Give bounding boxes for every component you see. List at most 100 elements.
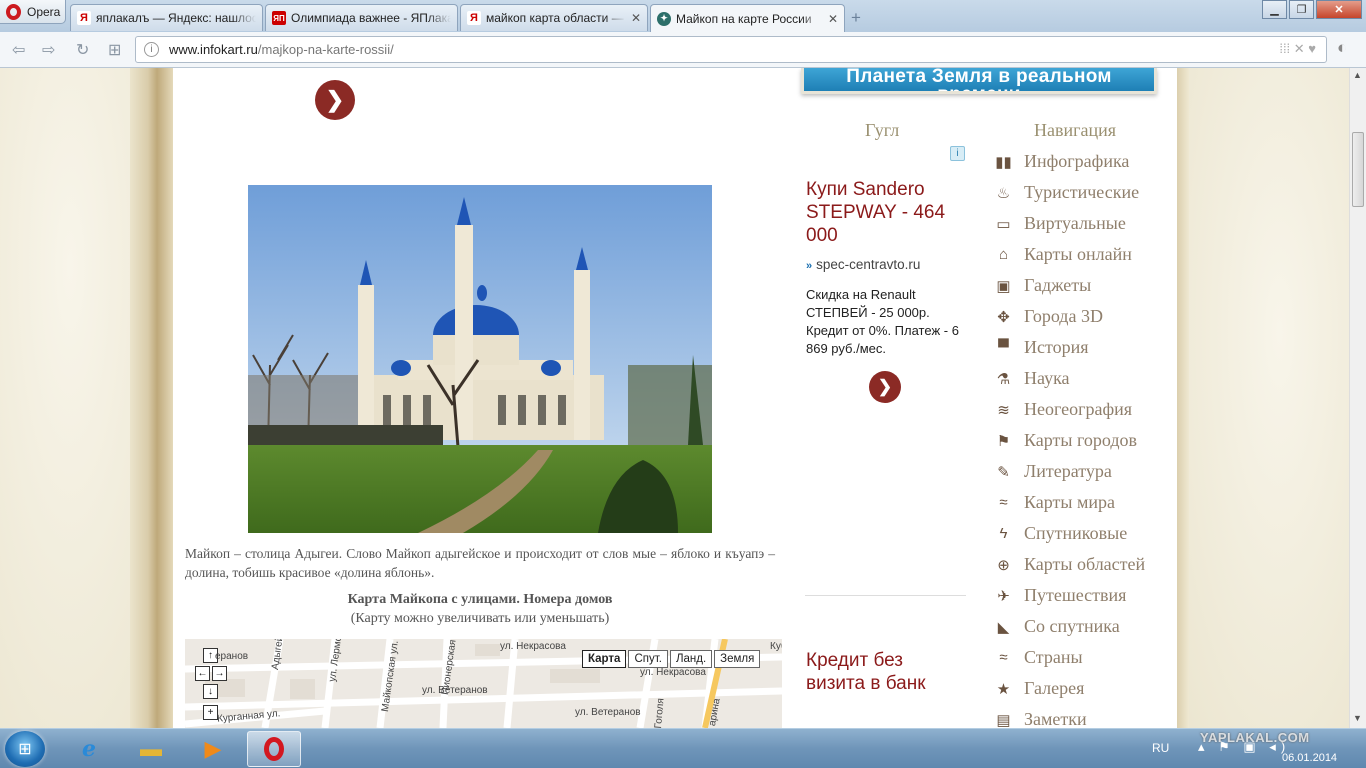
ad-url-link[interactable]: » spec-centravto.ru (806, 257, 920, 272)
map-pan-left-button[interactable]: ← (195, 666, 210, 681)
nav-item[interactable]: ≈ Страны (992, 642, 1182, 673)
nav-item-label: Виртуальные (1024, 213, 1126, 233)
street-label: ул. Ветеранов (575, 707, 641, 718)
speed-dial-icon[interactable]: ⊞ (108, 40, 121, 60)
language-indicator[interactable]: RU (1152, 741, 1169, 755)
url-domain: www.infokart.ru (169, 42, 258, 57)
nav-item-label: Карты областей (1024, 554, 1146, 574)
nav-item[interactable]: ★ Галерея (992, 673, 1182, 704)
nav-item[interactable]: ✎ Литература (992, 456, 1182, 487)
maximize-button[interactable]: ❐ (1289, 0, 1314, 19)
lightning-icon: ϟ (999, 525, 1008, 542)
notebook-icon: ▤ (996, 711, 1011, 729)
tab-bar: Opera Я яплакалъ — Яндекс: нашлось ЯП Ол… (0, 0, 1366, 32)
opera-menu-button[interactable]: Opera (0, 0, 66, 24)
yaplakal-favicon-icon: ЯП (272, 11, 286, 25)
nav-item[interactable]: ▤ Заметки (992, 704, 1182, 728)
ad-title-link[interactable]: Купи Sandero STEPWAY - 464 000 (806, 178, 971, 247)
ad-next-button[interactable]: ❯ (869, 371, 901, 403)
site-info-icon[interactable]: i (144, 42, 159, 57)
nav-item[interactable]: ⌂ Карты онлайн (992, 239, 1182, 270)
map-type-satellite-button[interactable]: Спут. (628, 650, 668, 668)
map-zoom-in-button[interactable]: + (203, 705, 218, 720)
map-pan-down-button[interactable]: ↓ (203, 684, 218, 699)
tab-yaplakal[interactable]: ЯП Олимпиада важнее - ЯПлакалъ (265, 4, 458, 31)
nav-item-label: Гаджеты (1024, 275, 1092, 295)
page-scrollbar[interactable]: ▲ ▼ (1349, 68, 1366, 728)
nav-item[interactable]: ▀ История (992, 332, 1182, 363)
home-icon: ⌂ (998, 246, 1009, 263)
nav-item[interactable]: ⚑ Карты городов (992, 425, 1182, 456)
minimize-button[interactable]: ▁ (1262, 0, 1287, 19)
page-menu-icon[interactable]: ◐ (1337, 38, 1347, 58)
nav-item[interactable]: ⊕ Карты областей (992, 549, 1182, 580)
star-icon: ★ (996, 680, 1011, 698)
city-map[interactable]: ↑ ← → ↓ + еранов Адыгейская ул. Лермо Ма… (185, 639, 782, 728)
nav-item[interactable]: ◣ Со спутника (992, 611, 1182, 642)
close-tab-icon[interactable]: ✕ (828, 12, 838, 26)
ad-heading: Гугл (865, 120, 900, 140)
media-player-icon[interactable]: ▶ (186, 731, 240, 767)
nav-item[interactable]: ≈ Карты мира (992, 487, 1182, 518)
map-type-map-button[interactable]: Карта (582, 650, 627, 668)
back-icon[interactable]: ⇦ (12, 40, 25, 60)
opera-taskbar-icon[interactable] (247, 731, 301, 767)
ad2-title-link[interactable]: Кредит без визита в банк (806, 649, 966, 695)
bar-chart-icon: ▮▮ (995, 153, 1012, 171)
world-map-icon: ≈ (999, 649, 1008, 666)
nav-item-label: Со спутника (1024, 616, 1120, 636)
close-window-button[interactable]: ✕ (1316, 0, 1362, 19)
nav-item-label: Карты мира (1024, 492, 1115, 512)
realtime-earth-banner[interactable]: Планета Земля в реальном времени (801, 68, 1157, 94)
new-tab-button[interactable]: + (851, 8, 861, 28)
nav-item[interactable]: ▭ Виртуальные (992, 208, 1182, 239)
nav-item[interactable]: ≋ Неогеография (992, 394, 1182, 425)
internet-explorer-icon[interactable]: e (62, 731, 116, 767)
tab-title: яплакалъ — Яндекс: нашлось (96, 11, 256, 25)
monitor-icon: ▭ (996, 215, 1011, 233)
city-description: Майкоп – столица Адыгеи. Слово Майкоп ад… (185, 546, 775, 580)
ad-url-text: spec-centravto.ru (816, 257, 921, 272)
nav-item[interactable]: ▣ Гаджеты (992, 270, 1182, 301)
nav-item[interactable]: ⚗ Наука (992, 363, 1182, 394)
ad-info-icon[interactable]: i (950, 146, 965, 161)
opera-logo-icon (264, 737, 284, 761)
navigation-heading: Навигация (1034, 120, 1117, 140)
nav-item-label: История (1024, 337, 1089, 357)
opera-logo-icon (6, 3, 21, 20)
nav-item[interactable]: ▮▮ Инфографика (992, 146, 1182, 177)
address-bar[interactable]: i www.infokart.ru/majkop-na-karte-rossii… (135, 36, 1327, 63)
map-type-earth-button[interactable]: Земля (714, 650, 761, 668)
scrollbar-thumb[interactable] (1352, 132, 1364, 207)
map-type-selector: Карта Спут. Ланд. Земля (582, 650, 761, 668)
nav-item[interactable]: ♨ Туристические (992, 177, 1182, 208)
start-button[interactable]: ⊞ (5, 731, 45, 767)
watermark-text: YAPLAKAL.COM (1200, 730, 1310, 745)
double-chevron-icon: » (806, 260, 813, 272)
next-arrow-button[interactable]: ❯ (315, 80, 355, 120)
reload-icon[interactable]: ↻ (76, 40, 89, 60)
map-type-landscape-button[interactable]: Ланд. (669, 650, 713, 668)
nav-item[interactable]: ϟ Спутниковые (992, 518, 1182, 549)
tab-infokart-active[interactable]: ✦ Майкоп на карте России ✕ (650, 4, 845, 32)
nav-item[interactable]: ✈ Путешествия (992, 580, 1182, 611)
street-label: Кубанс (770, 641, 782, 652)
nav-item[interactable]: ✥ Города 3D (992, 301, 1182, 332)
book-icon: ▀ (998, 339, 1009, 356)
forward-icon[interactable]: ⇨ (42, 40, 55, 60)
street-label: ул. Ветеранов (422, 685, 488, 696)
airplane-icon: ✈ (997, 587, 1010, 605)
map-subtitle: (Карту можно увеличивать или уменьшать) (350, 611, 610, 626)
bookmark-heart-icon[interactable]: ⁞⁞⁞ ✕ ♥ (1279, 41, 1316, 57)
scroll-up-icon[interactable]: ▲ (1353, 70, 1362, 80)
opera-menu-label: Opera (27, 4, 61, 19)
map-pan-right-button[interactable]: → (212, 666, 227, 681)
tab-yandex-maikop[interactable]: Я майкоп карта области — Яндекс ✕ (460, 4, 648, 31)
explorer-folder-icon[interactable]: ▬ (124, 731, 178, 767)
tab-yandex-search[interactable]: Я яплакалъ — Яндекс: нашлось (70, 4, 263, 31)
clock-date[interactable]: 06.01.2014 (1282, 752, 1337, 764)
close-tab-icon[interactable]: ✕ (631, 11, 641, 25)
nav-item-label: Карты онлайн (1024, 244, 1132, 264)
scroll-down-icon[interactable]: ▼ (1353, 713, 1362, 723)
globe-icon: ⊕ (997, 556, 1010, 574)
